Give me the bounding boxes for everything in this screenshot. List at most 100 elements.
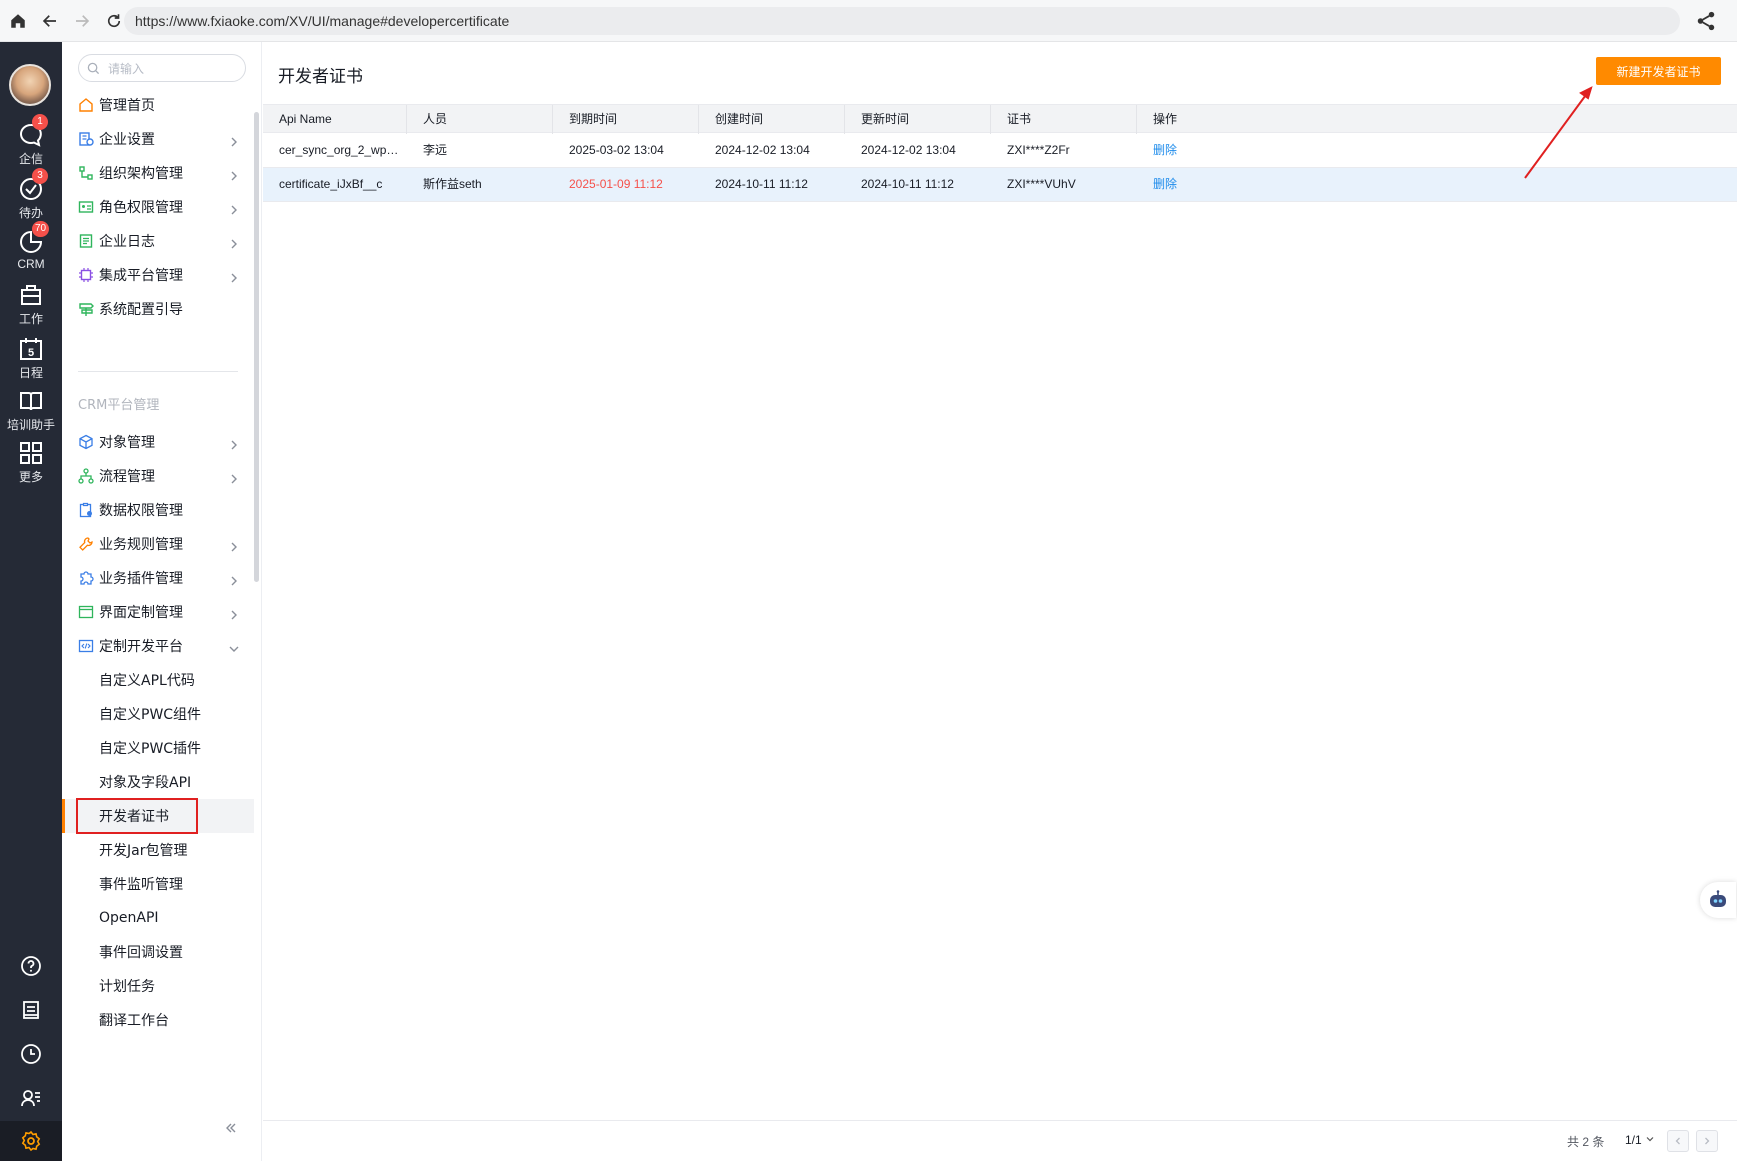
share-icon[interactable]: [1695, 10, 1717, 32]
flow-icon: [78, 468, 94, 484]
id-card-icon: [78, 199, 94, 215]
search-icon: [87, 62, 100, 74]
document-icon[interactable]: [0, 990, 62, 1030]
chevron-right-icon: [228, 470, 240, 484]
address-bar[interactable]: https://www.fxiaoke.com/XV/UI/manage#dev…: [124, 7, 1680, 35]
sidebar-item-label: 业务插件管理: [99, 571, 183, 587]
browser-bar: https://www.fxiaoke.com/XV/UI/manage#dev…: [0, 0, 1737, 42]
page-selector[interactable]: 1/1: [1625, 1133, 1655, 1147]
column-header[interactable]: 人员: [407, 105, 553, 134]
chevron-right-icon: [228, 538, 240, 552]
user-list-icon[interactable]: [0, 1078, 62, 1118]
sidebar-item-org[interactable]: 组织架构管理: [62, 156, 254, 190]
sidebar-item-label: 业务规则管理: [99, 537, 183, 553]
sidebar-subitem-developer-certificate[interactable]: 开发者证书: [62, 798, 254, 834]
settings-icon[interactable]: [0, 1121, 62, 1161]
sidebar-item-roles[interactable]: 角色权限管理: [62, 190, 254, 224]
column-header[interactable]: 到期时间: [553, 105, 699, 134]
code-window-icon: [78, 638, 94, 654]
back-icon[interactable]: [36, 7, 64, 35]
sidebar-subitem-apl-code[interactable]: 自定义APL代码: [62, 663, 254, 697]
rail-item-messages[interactable]: 1 企信: [0, 114, 62, 170]
sidebar-item-label: OpenAPI: [99, 910, 159, 926]
sidebar-item-custom-dev[interactable]: 定制开发平台: [62, 629, 254, 663]
new-certificate-button[interactable]: 新建开发者证书: [1596, 57, 1721, 85]
page-indicator: 1/1: [1625, 1133, 1642, 1147]
delete-link[interactable]: 删除: [1137, 168, 1283, 202]
column-header[interactable]: Api Name: [263, 105, 407, 134]
cell-expire: 2025-01-09 11:12: [569, 177, 663, 191]
sidebar-item-objects[interactable]: 对象管理: [62, 425, 254, 459]
rail-label: 培训助手: [6, 418, 55, 432]
clock-icon[interactable]: [0, 1034, 62, 1074]
sidebar-item-label: 集成平台管理: [99, 268, 183, 284]
sidebar-subitem-jar[interactable]: 开发Jar包管理: [62, 833, 254, 867]
page-title: 开发者证书: [278, 67, 363, 87]
sidebar-item-integration[interactable]: 集成平台管理: [62, 258, 254, 292]
clipboard-lock-icon: [78, 502, 94, 518]
org-tree-icon: [78, 165, 94, 181]
sidebar-subitem-scheduled-tasks[interactable]: 计划任务: [62, 969, 254, 1003]
cell-person: 斯作益seth: [423, 177, 482, 191]
collapse-sidebar-icon[interactable]: [224, 1120, 238, 1134]
column-header[interactable]: 创建时间: [699, 105, 845, 134]
sidebar-item-data-permission[interactable]: 数据权限管理: [62, 493, 254, 527]
rail-item-crm[interactable]: 70 CRM: [0, 221, 62, 277]
table-row[interactable]: cer_sync_org_2_wp… 李远 2025-03-02 13:04 2…: [263, 134, 1737, 168]
sidebar-item-business-plugins[interactable]: 业务插件管理: [62, 561, 254, 595]
sidebar-subitem-event-callback[interactable]: 事件回调设置: [62, 935, 254, 969]
column-header[interactable]: 证书: [991, 105, 1137, 134]
crm-badge: 70: [32, 221, 50, 237]
sidebar-item-config-guide[interactable]: 系统配置引导: [62, 292, 254, 326]
rail-label: 工作: [18, 312, 43, 326]
sidebar-subitem-openapi[interactable]: OpenAPI: [62, 901, 254, 935]
sidebar-item-business-rules[interactable]: 业务规则管理: [62, 527, 254, 561]
help-icon[interactable]: [0, 946, 62, 986]
cell-certificate: ZXI****Z2Fr: [1007, 143, 1070, 157]
delete-link[interactable]: 删除: [1137, 134, 1283, 168]
todo-badge: 3: [32, 168, 48, 184]
sidebar-subitem-translation[interactable]: 翻译工作台: [62, 1003, 254, 1037]
sidebar-item-ui-custom[interactable]: 界面定制管理: [62, 595, 254, 629]
sidebar-subitem-pwc-plugin[interactable]: 自定义PWC插件: [62, 731, 254, 765]
sidebar-subitem-event-listener[interactable]: 事件监听管理: [62, 867, 254, 901]
next-page-button[interactable]: [1696, 1130, 1718, 1152]
rail-item-training[interactable]: 培训助手: [0, 384, 62, 436]
sidebar-scrollbar[interactable]: [254, 112, 259, 582]
sidebar-item-label: 自定义PWC组件: [99, 707, 202, 723]
calendar-icon: 5: [20, 338, 42, 360]
calendar-day: 5: [28, 347, 34, 359]
book-icon: [20, 392, 42, 411]
rail-item-todo[interactable]: 3 待办: [0, 168, 62, 224]
prev-page-button[interactable]: [1667, 1130, 1689, 1152]
home-icon[interactable]: [4, 7, 32, 35]
cube-icon: [78, 434, 94, 450]
sidebar-item-logs[interactable]: 企业日志: [62, 224, 254, 258]
sidebar-item-process[interactable]: 流程管理: [62, 459, 254, 493]
column-header[interactable]: 更新时间: [845, 105, 991, 134]
sidebar-subitem-field-api[interactable]: 对象及字段API: [62, 765, 254, 799]
sidebar-item-label: 事件回调设置: [99, 945, 183, 961]
rail-label: CRM: [17, 257, 45, 271]
chevron-right-icon: [228, 133, 240, 147]
forward-icon[interactable]: [68, 7, 96, 35]
sidebar-search[interactable]: 请输入: [78, 54, 246, 82]
rail-item-calendar[interactable]: 5 日程: [0, 332, 62, 384]
table-header: Api Name 人员 到期时间 创建时间 更新时间 证书 操作: [263, 104, 1737, 134]
app-rail: 1 企信 3 待办 70 CRM 工作 5 日程 培训助手 更多: [0, 42, 62, 1161]
table-footer: 共 2 条 1/1: [263, 1120, 1737, 1161]
sidebar-item-home[interactable]: 管理首页: [62, 88, 254, 122]
sidebar-item-enterprise-settings[interactable]: 企业设置: [62, 122, 254, 156]
rail-item-more[interactable]: 更多: [0, 436, 62, 488]
table-row[interactable]: certificate_iJxBf__c 斯作益seth 2025-01-09 …: [263, 168, 1737, 202]
cell-updated: 2024-12-02 13:04: [861, 143, 956, 157]
assistant-robot-icon[interactable]: [1700, 882, 1736, 918]
sidebar-subitem-pwc-component[interactable]: 自定义PWC组件: [62, 697, 254, 731]
cell-expire: 2025-03-02 13:04: [569, 143, 664, 157]
search-placeholder: 请输入: [108, 61, 145, 76]
avatar[interactable]: [9, 64, 51, 106]
sidebar-item-label: 开发Jar包管理: [99, 843, 188, 859]
rail-item-work[interactable]: 工作: [0, 278, 62, 330]
window-icon: [78, 604, 94, 620]
rail-label: 待办: [18, 206, 43, 220]
